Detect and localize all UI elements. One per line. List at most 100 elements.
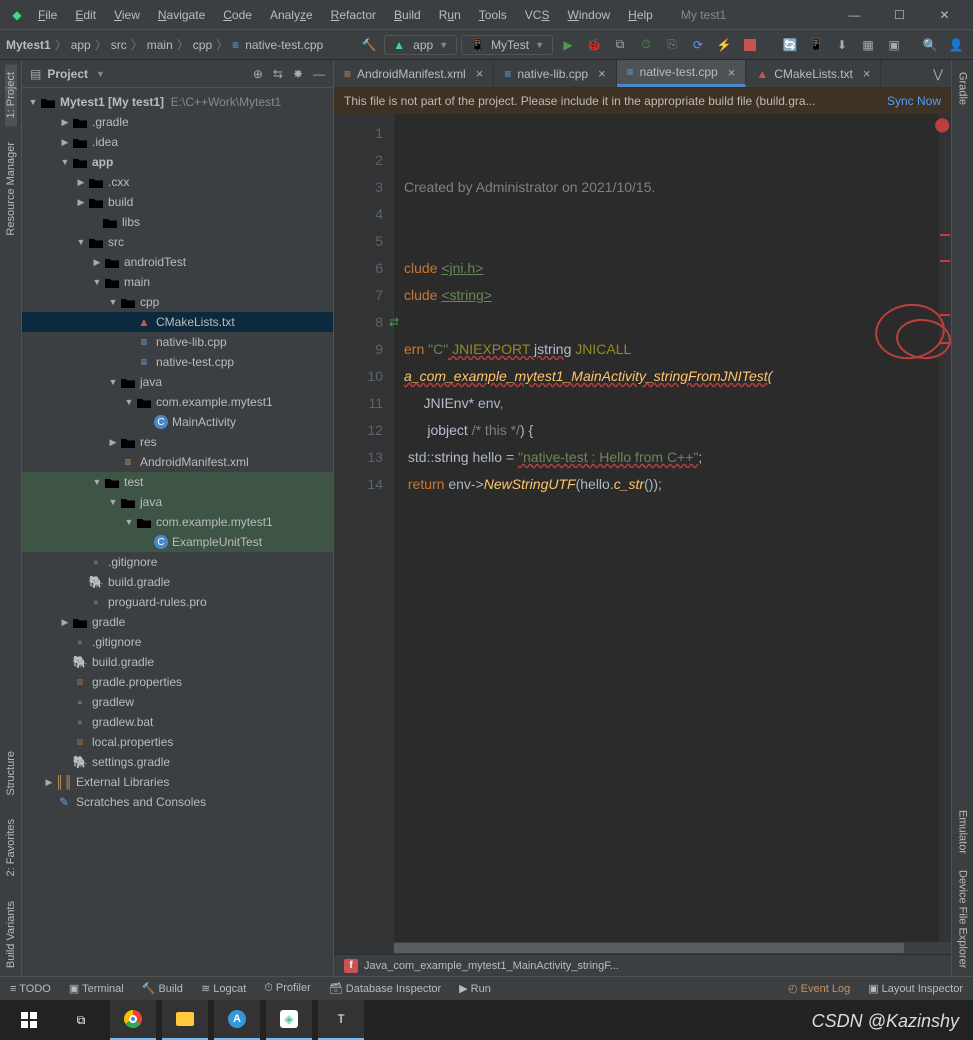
tree-item[interactable]: ▼java	[22, 492, 333, 512]
tree-item[interactable]: ▶res	[22, 432, 333, 452]
sdk-manager-button[interactable]: ⬇	[831, 34, 853, 56]
tree-item[interactable]: ▶.gradle	[22, 112, 333, 132]
layout-inspector-button[interactable]: ▣	[883, 34, 905, 56]
tree-root[interactable]: ▼ Mytest1 [My test1] E:\C++Work\Mytest1	[22, 92, 333, 112]
tree-item[interactable]: ≡native-lib.cpp	[22, 332, 333, 352]
status-profiler[interactable]: ⏱ Profiler	[264, 982, 310, 995]
tool-project[interactable]: 1: Project	[5, 64, 17, 126]
menu-tools[interactable]: Tools	[471, 4, 515, 26]
code-content[interactable]: Created by Administrator on 2021/10/15. …	[394, 114, 951, 954]
tree-item[interactable]: ▼cpp	[22, 292, 333, 312]
bc-3[interactable]: main	[147, 38, 173, 52]
avd-manager-button[interactable]: 📱	[805, 34, 827, 56]
breadcrumb[interactable]: Mytest1〉 app〉 src〉 main〉 cpp〉 ≡ native-t…	[6, 36, 323, 53]
tab-native-lib[interactable]: ≡native-lib.cpp×	[494, 60, 616, 87]
menu-edit[interactable]: Edit	[67, 4, 104, 26]
bc-5[interactable]: native-test.cpp	[245, 38, 323, 52]
menu-window[interactable]: Window	[559, 4, 618, 26]
project-tree[interactable]: ▼ Mytest1 [My test1] E:\C++Work\Mytest1 …	[22, 88, 333, 976]
tool-structure[interactable]: Structure	[5, 743, 17, 804]
resource-manager-button[interactable]: ▦	[857, 34, 879, 56]
menu-code[interactable]: Code	[215, 4, 260, 26]
tree-item[interactable]: ≡AndroidManifest.xml	[22, 452, 333, 472]
tool-gradle[interactable]: Gradle	[957, 64, 969, 113]
error-indicator-icon[interactable]: ⬤	[934, 116, 950, 133]
status-terminal[interactable]: ▣ Terminal	[69, 982, 124, 995]
tree-item[interactable]: libs	[22, 212, 333, 232]
settings-button[interactable]: 👤	[945, 34, 967, 56]
taskbar-app[interactable]: ◈	[266, 1000, 312, 1040]
expand-all-icon[interactable]: ⇆	[273, 67, 283, 81]
panel-settings-icon[interactable]: ✸	[293, 67, 303, 81]
taskbar-chrome[interactable]	[110, 1000, 156, 1040]
bc-4[interactable]: cpp	[193, 38, 212, 52]
run-button[interactable]: ▶	[557, 34, 579, 56]
tree-item[interactable]: ▼app	[22, 152, 333, 172]
close-icon[interactable]: ×	[476, 66, 484, 81]
tree-item[interactable]: ✎Scratches and Consoles	[22, 792, 333, 812]
tree-item[interactable]: 🐘settings.gradle	[22, 752, 333, 772]
tree-item[interactable]: ▼com.example.mytest1	[22, 392, 333, 412]
tree-item[interactable]: ▫gradlew.bat	[22, 712, 333, 732]
stop-button[interactable]	[739, 34, 761, 56]
tree-item[interactable]: 🐘build.gradle	[22, 652, 333, 672]
tool-favorites[interactable]: 2: Favorites	[5, 811, 17, 884]
status-build[interactable]: 🔨 Build	[142, 982, 183, 995]
tab-cmakelists[interactable]: ▲CMakeLists.txt×	[746, 60, 881, 87]
menu-analyze[interactable]: Analyze	[262, 4, 321, 26]
apply-changes-icon[interactable]: ⟳	[687, 34, 709, 56]
run-config-app[interactable]: ▲ app ▼	[384, 35, 457, 55]
status-database-inspector[interactable]: 🗃 Database Inspector	[329, 982, 441, 995]
tabs-dropdown[interactable]: ⋁	[925, 60, 951, 87]
tool-resource-manager[interactable]: Resource Manager	[5, 134, 17, 244]
tree-item[interactable]: ▶║║External Libraries	[22, 772, 333, 792]
tree-item[interactable]: CMainActivity	[22, 412, 333, 432]
search-button[interactable]: 🔍	[919, 34, 941, 56]
tree-item[interactable]: ▫.gitignore	[22, 552, 333, 572]
tab-native-test[interactable]: ≡native-test.cpp×	[617, 60, 747, 87]
editor-breadcrumb[interactable]: f Java_com_example_mytest1_MainActivity_…	[334, 954, 951, 976]
tree-item[interactable]: ▼com.example.mytest1	[22, 512, 333, 532]
tree-item[interactable]: ▶.idea	[22, 132, 333, 152]
menu-vcs[interactable]: VCS	[517, 4, 558, 26]
menu-navigate[interactable]: Navigate	[150, 4, 213, 26]
tree-item[interactable]: CExampleUnitTest	[22, 532, 333, 552]
panel-hide-icon[interactable]: —	[313, 67, 325, 81]
window-close[interactable]: ✕	[922, 1, 967, 29]
taskbar-file-explorer[interactable]	[162, 1000, 208, 1040]
status-logcat[interactable]: ≋ Logcat	[201, 982, 246, 995]
start-button[interactable]	[6, 1000, 52, 1040]
apply-code-icon[interactable]: ⚡	[713, 34, 735, 56]
bc-0[interactable]: Mytest1	[6, 38, 51, 52]
tree-item[interactable]: ▼main	[22, 272, 333, 292]
tree-item-selected[interactable]: ▲CMakeLists.txt	[22, 312, 333, 332]
bc-2[interactable]: src	[111, 38, 127, 52]
status-run[interactable]: ▶ Run	[459, 982, 491, 995]
status-todo[interactable]: ≡ TODO	[10, 983, 51, 995]
tree-item[interactable]: ≡native-test.cpp	[22, 352, 333, 372]
tree-item[interactable]: ▶build	[22, 192, 333, 212]
tree-item[interactable]: ≡gradle.properties	[22, 672, 333, 692]
sync-gradle-button[interactable]: 🔄	[779, 34, 801, 56]
debug-button[interactable]: 🐞	[583, 34, 605, 56]
tool-device-explorer[interactable]: Device File Explorer	[957, 862, 969, 976]
run-config-device[interactable]: 📱 MyTest ▼	[461, 35, 553, 55]
tree-item[interactable]: ▫gradlew	[22, 692, 333, 712]
window-minimize[interactable]: —	[832, 1, 877, 29]
task-view-button[interactable]: ⧉	[58, 1000, 104, 1040]
coverage-button[interactable]: ⧉	[609, 34, 631, 56]
menu-help[interactable]: Help	[620, 4, 661, 26]
menu-refactor[interactable]: Refactor	[323, 4, 384, 26]
code-editor[interactable]: 1234 567 8⇄ 91011 121314 Created by Admi…	[334, 114, 951, 954]
sync-now-link[interactable]: Sync Now	[887, 94, 941, 108]
tree-item[interactable]: ▫proguard-rules.pro	[22, 592, 333, 612]
menu-file[interactable]: File	[30, 4, 65, 26]
project-panel-title[interactable]: Project	[47, 67, 88, 81]
close-icon[interactable]: ×	[728, 65, 736, 80]
horizontal-scrollbar[interactable]	[394, 942, 951, 954]
tool-emulator[interactable]: Emulator	[957, 802, 969, 862]
tree-item[interactable]: ▼java	[22, 372, 333, 392]
tree-item[interactable]: ▶androidTest	[22, 252, 333, 272]
menu-view[interactable]: View	[106, 4, 148, 26]
tree-item[interactable]: ▫.gitignore	[22, 632, 333, 652]
